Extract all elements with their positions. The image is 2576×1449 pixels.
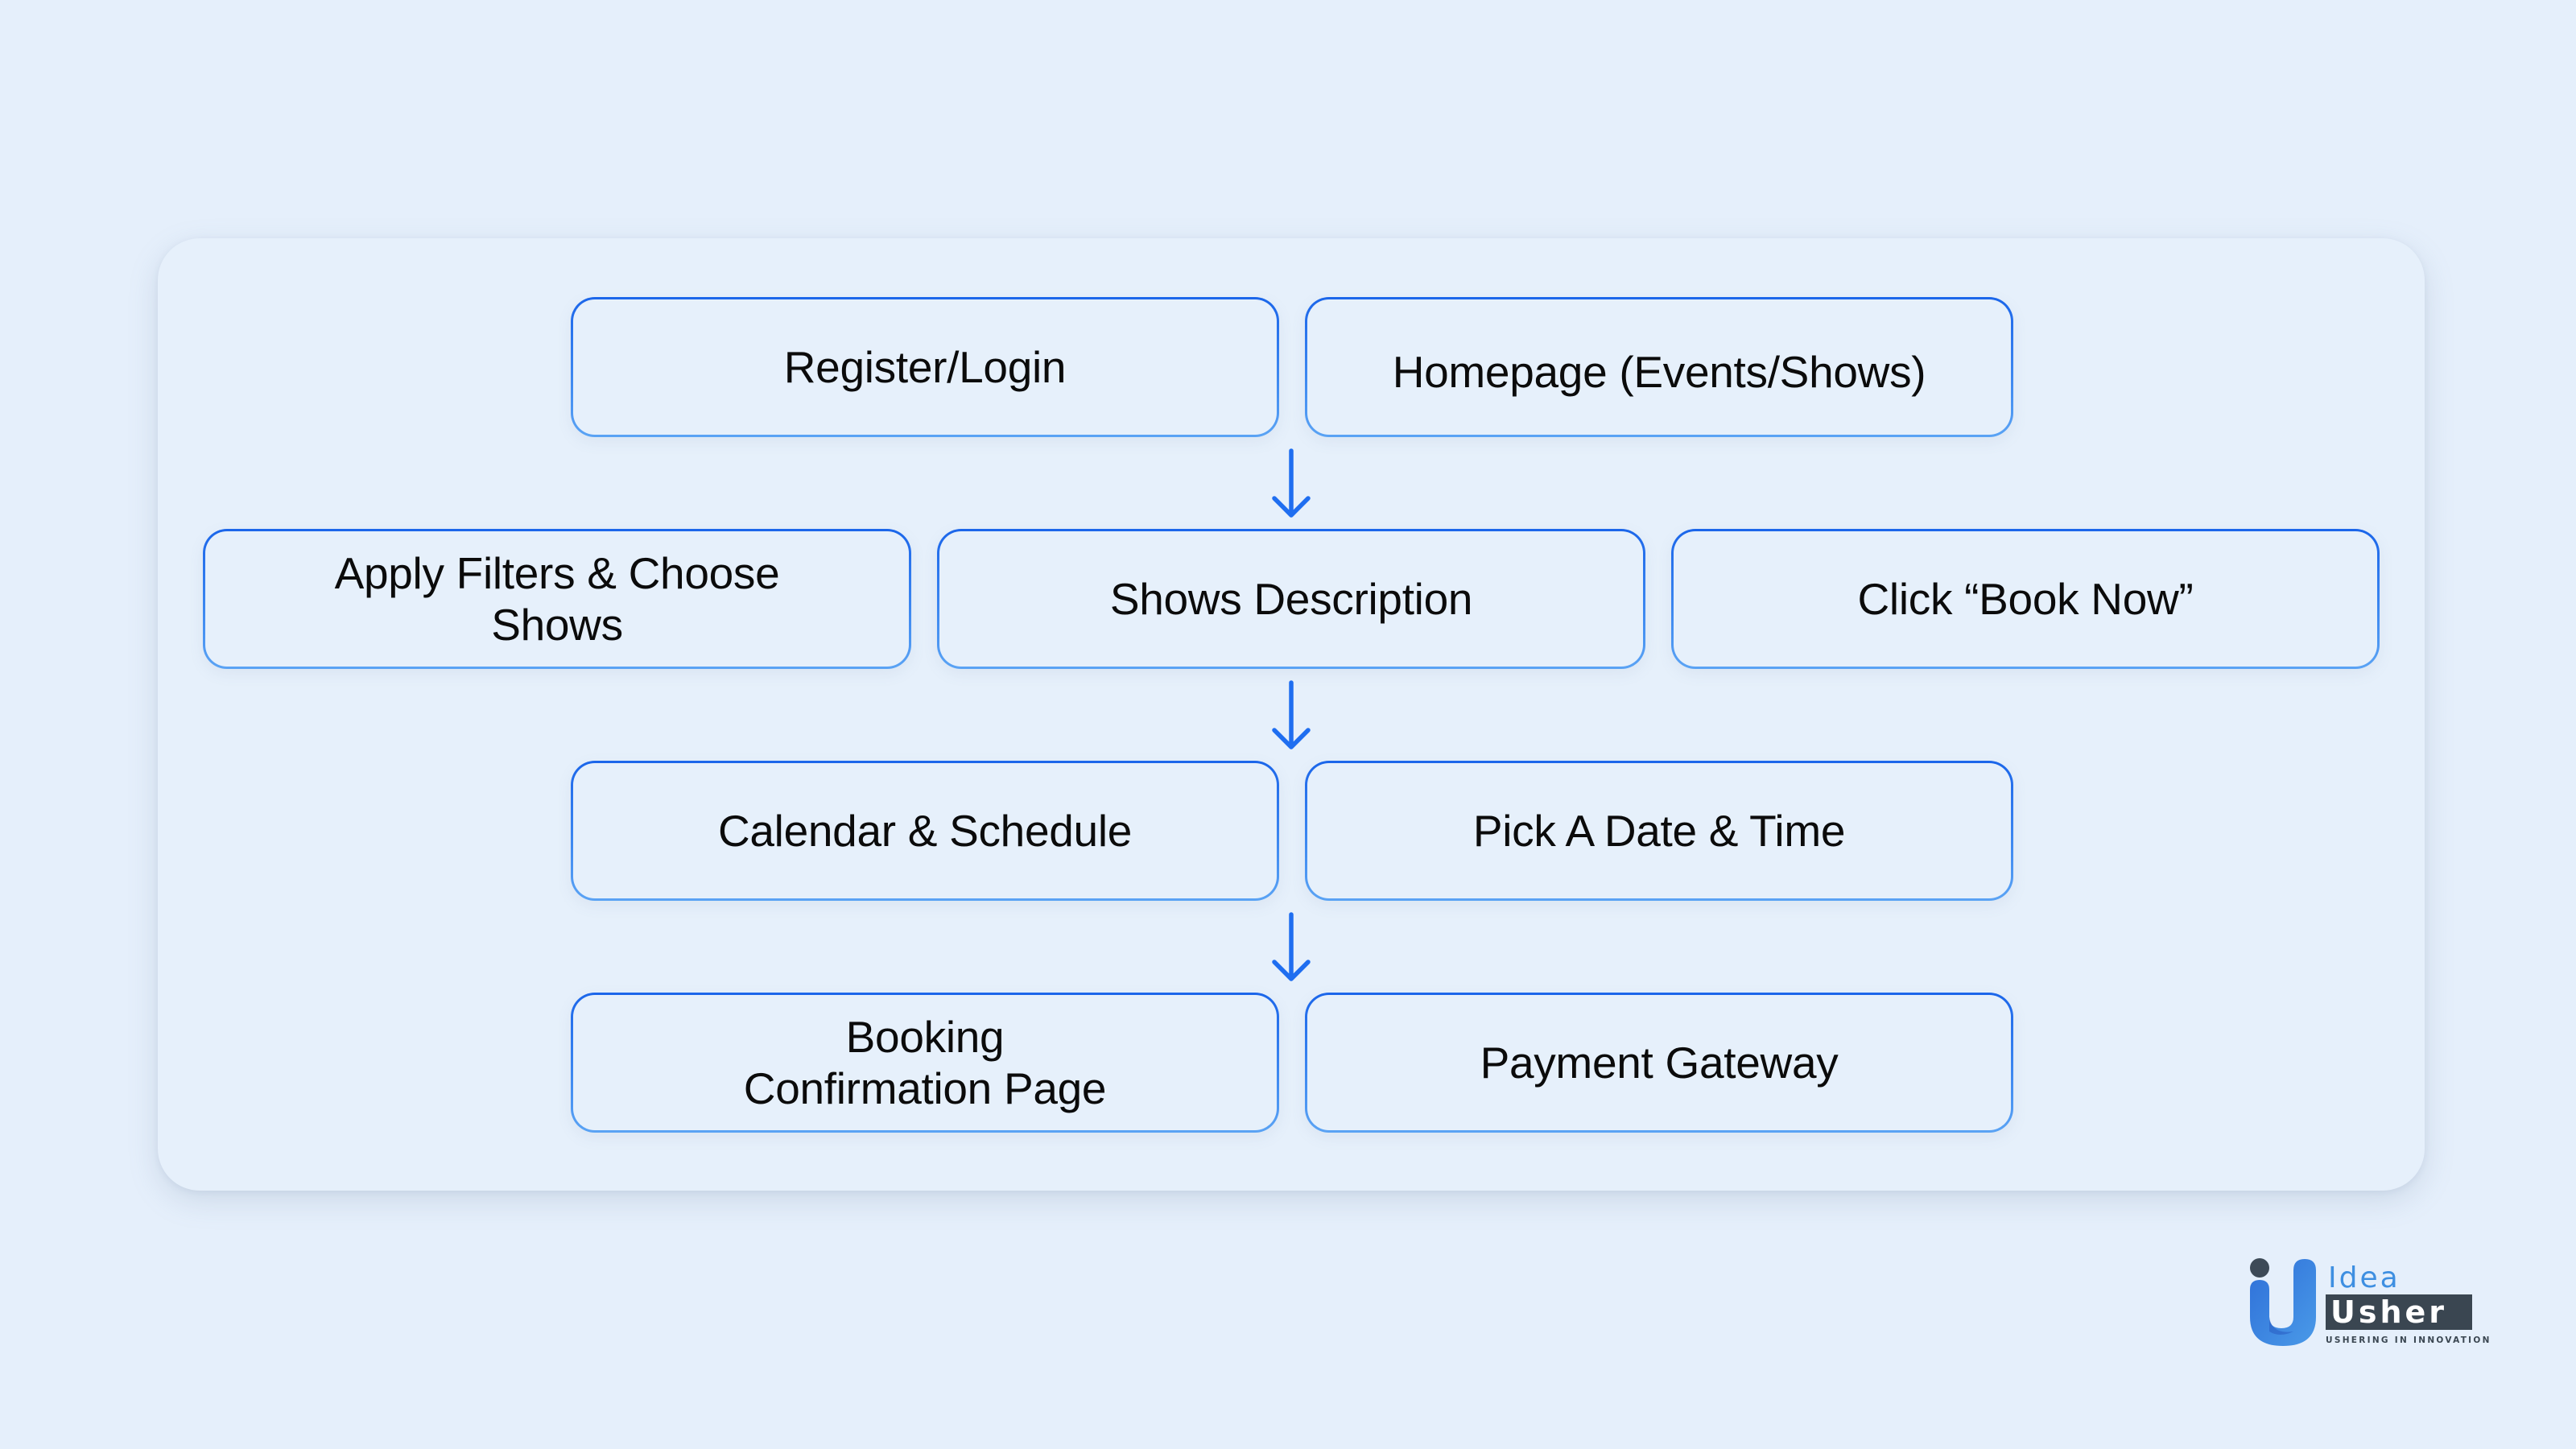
node-homepage: Homepage (Events/Shows) bbox=[1305, 297, 2013, 437]
node-apply-filters: Apply Filters & Choose Shows bbox=[203, 529, 911, 669]
node-label: Booking Confirmation Page bbox=[573, 995, 1277, 1130]
logo-word-idea: Idea bbox=[2328, 1261, 2401, 1294]
node-booking-confirmation: Booking Confirmation Page bbox=[571, 993, 1279, 1133]
node-label: Homepage (Events/Shows) bbox=[1307, 299, 2011, 435]
arrow-down-icon bbox=[1267, 448, 1315, 522]
arrow-down-icon bbox=[1267, 912, 1315, 985]
logo-word-usher: Usher bbox=[2330, 1294, 2448, 1330]
logo-dot bbox=[2250, 1258, 2269, 1278]
node-click-book-now: Click “Book Now” bbox=[1671, 529, 2380, 669]
node-label: Pick A Date & Time bbox=[1307, 763, 2011, 898]
arrow-down-icon bbox=[1267, 680, 1315, 753]
logo-tagline: USHERING IN INNOVATION bbox=[2326, 1335, 2491, 1345]
node-label: Register/Login bbox=[573, 299, 1277, 435]
node-label: Calendar & Schedule bbox=[573, 763, 1277, 898]
node-label: Click “Book Now” bbox=[1674, 531, 2377, 667]
node-label: Payment Gateway bbox=[1307, 995, 2011, 1130]
node-pick-date-time: Pick A Date & Time bbox=[1305, 761, 2013, 901]
node-label: Apply Filters & Choose Shows bbox=[205, 531, 909, 667]
node-calendar-schedule: Calendar & Schedule bbox=[571, 761, 1279, 901]
node-payment-gateway: Payment Gateway bbox=[1305, 993, 2013, 1133]
logo-usher-box: Usher bbox=[2326, 1294, 2472, 1330]
brand-logo: Idea Usher USHERING IN INNOVATION bbox=[2248, 1254, 2491, 1351]
logo-u-icon bbox=[2250, 1258, 2316, 1346]
node-label: Shows Description bbox=[939, 531, 1643, 667]
node-register-login: Register/Login bbox=[571, 297, 1279, 437]
node-shows-description: Shows Description bbox=[937, 529, 1645, 669]
